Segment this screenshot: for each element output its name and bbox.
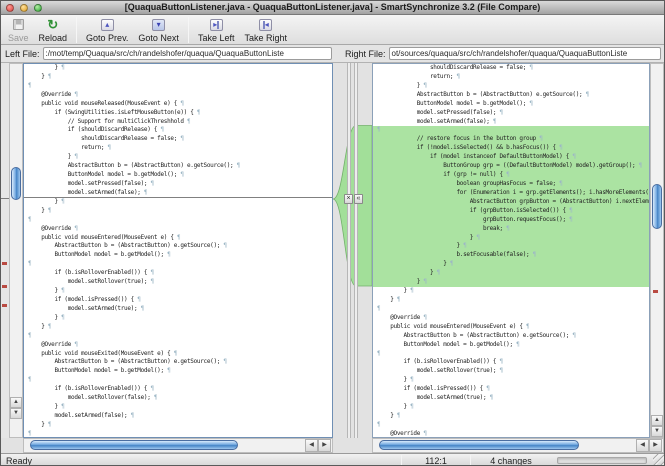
resize-grip[interactable] [653,454,665,466]
goto-prev-icon: ▴ [101,17,114,32]
right-vertical-scrollbar[interactable]: ▲ ▼ [650,63,664,438]
scroll-down-button[interactable]: ▼ [651,426,663,437]
app-window: [QuaquaButtonListener.java - QuaquaButto… [0,0,665,466]
goto-next-button[interactable]: ▾ Goto Next [133,16,184,44]
diff-gutter: × « [333,63,372,438]
scroll-right-button[interactable]: ▶ [318,439,331,452]
right-horizontal-scrollbar[interactable]: ◀ ▶ [372,438,664,453]
right-file-label: Right File: [345,49,386,59]
delete-change-button[interactable]: × [344,194,353,204]
right-code-pane[interactable]: shouldDiscardRelease = false; ¶ return; … [372,63,650,438]
diff-marker-tick[interactable] [653,290,658,293]
status-bar: Ready 112:1 4 changes [1,453,665,466]
left-file-path-field[interactable]: :/mot/temp/Quaqua/src/ch/randelshofer/qu… [43,47,332,60]
take-right-icon: ◂ [259,17,272,32]
compare-area: ▲ ▼ } ¶ } ¶¶ @Override ¶ public void mou… [1,63,665,438]
change-count: 4 changes [471,454,551,466]
save-button[interactable]: Save [3,16,34,44]
reload-icon: ↻ [47,17,58,32]
left-code-text: } ¶ } ¶¶ @Override ¶ public void mouseRe… [28,64,332,438]
toolbar: Save ↻ Reload ▴ Goto Prev. ▾ Goto Next ▸… [1,15,664,45]
file-path-bar: Left File: :/mot/temp/Quaqua/src/ch/rand… [1,45,664,63]
take-right-button[interactable]: ◂ Take Right [239,16,292,44]
scroll-left-button[interactable]: ◀ [305,439,318,452]
left-horizontal-scrollbar[interactable]: ◀ ▶ [23,438,333,453]
reload-button[interactable]: ↻ Reload [34,16,73,44]
diff-connector-wedge [333,63,372,438]
diff-marker-tick[interactable] [2,262,7,265]
window-title: [QuaquaButtonListener.java - QuaquaButto… [1,2,664,12]
scroll-left-button[interactable]: ◀ [636,439,649,452]
scroll-down-button[interactable]: ▼ [10,408,22,419]
right-hscroll-thumb[interactable] [379,440,579,450]
take-left-icon: ▸ [210,17,223,32]
left-file-label: Left File: [5,49,40,59]
progress-indicator [557,457,647,464]
toolbar-separator [76,17,77,43]
goto-next-icon: ▾ [152,17,165,32]
save-icon [13,17,24,32]
insertion-point-marker [24,197,332,198]
right-code-text: shouldDiscardRelease = false; ¶ return; … [377,64,649,438]
left-vscroll-thumb[interactable] [11,167,21,200]
splitter-bar[interactable] [354,63,358,438]
toolbar-separator [188,17,189,43]
right-file-path-field[interactable]: ot/sources/quaqua/src/ch/randelshofer/qu… [389,47,662,60]
splitter-bar[interactable] [347,63,351,438]
left-hscroll-thumb[interactable] [30,440,238,450]
left-overview-ruler[interactable] [1,63,9,438]
goto-prev-button[interactable]: ▴ Goto Prev. [81,16,133,44]
horizontal-scroll-row: ◀ ▶ ◀ ▶ [1,438,665,453]
left-vertical-scrollbar[interactable]: ▲ ▼ [9,63,23,438]
title-bar: [QuaquaButtonListener.java - QuaquaButto… [1,1,664,15]
scroll-right-button[interactable]: ▶ [649,439,662,452]
right-vscroll-thumb[interactable] [652,184,662,229]
take-right-to-left-button[interactable]: « [354,194,363,204]
diff-marker-tick[interactable] [2,304,7,307]
scroll-up-button[interactable]: ▲ [651,415,663,426]
scroll-up-button[interactable]: ▲ [10,397,22,408]
cursor-position: 112:1 [402,454,470,466]
diff-marker-tick[interactable] [2,285,7,288]
left-code-pane[interactable]: } ¶ } ¶¶ @Override ¶ public void mouseRe… [23,63,333,438]
take-left-button[interactable]: ▸ Take Left [193,16,240,44]
status-message: Ready [1,454,401,466]
